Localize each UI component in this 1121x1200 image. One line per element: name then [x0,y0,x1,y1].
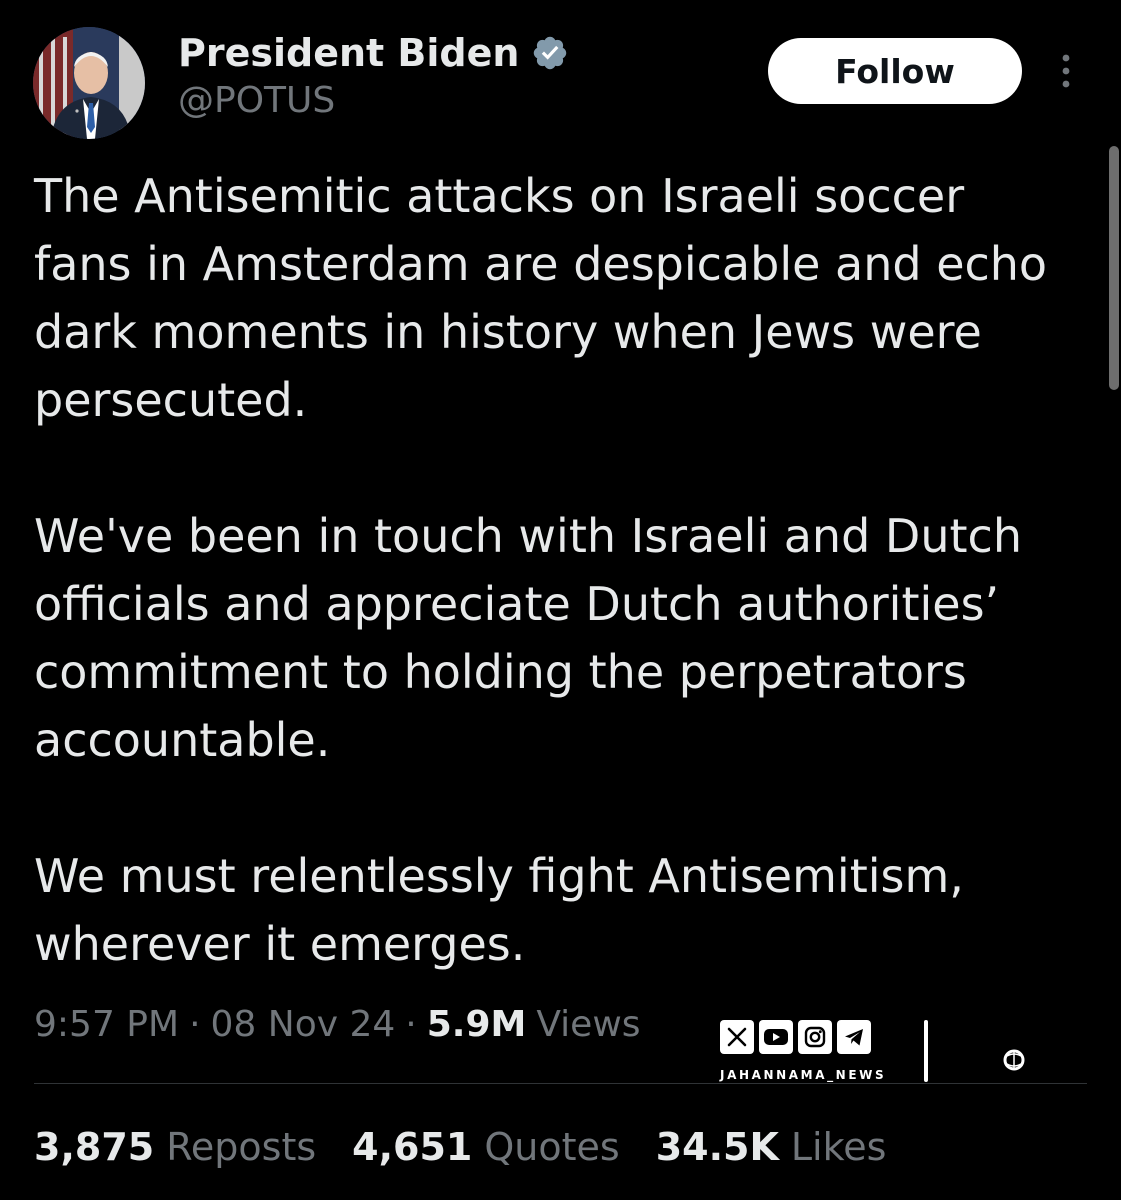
verified-badge-icon [531,34,569,72]
tweet-time[interactable]: 9:57 PM [34,1004,179,1045]
avatar-image [33,27,145,139]
author-handle[interactable]: @POTUS [178,80,335,121]
meta-separator: · [189,1003,201,1045]
tweet-meta: 9:57 PM · 08 Nov 24 · 5.9M Views [34,998,641,1050]
x-icon [720,1020,754,1054]
engagement-stats: 3,875 Reposts 4,651 Quotes 34.5K Likes [34,1120,922,1174]
svg-text:جهان‌نما: جهان‌نما [1090,1027,1092,1077]
likes-label: Likes [790,1125,887,1169]
likes-count: 34.5K [655,1125,779,1169]
telegram-icon [837,1020,871,1054]
author-display-name[interactable]: President Biden [178,31,519,75]
tweet-paragraph: We must relentlessly fight Antisemitism,… [34,849,964,971]
instagram-icon [798,1020,832,1054]
divider [34,1083,1087,1084]
scrollbar[interactable] [1109,146,1119,390]
tweet-paragraph: We've been in touch with Israeli and Dut… [34,509,1022,767]
meta-separator: · [405,1003,417,1045]
watermark-handle: JAHANNAMA_NEWS [720,1068,887,1082]
reposts-label: Reposts [166,1125,317,1169]
watermark-social-icons [720,1020,871,1054]
tweet-text: The Antisemitic attacks on Israeli socce… [34,162,1104,978]
likes-stat[interactable]: 34.5K Likes [656,1125,887,1169]
views-label[interactable]: Views [536,1004,640,1045]
watermark-divider [924,1020,928,1082]
follow-button[interactable]: Follow [768,38,1022,104]
reposts-count: 3,875 [34,1125,155,1169]
views-count[interactable]: 5.9M [427,1004,527,1045]
watermark-logo: جهان‌نما [932,1016,1121,1086]
author-name[interactable]: President Biden [178,28,569,78]
youtube-icon [759,1020,793,1054]
reposts-stat[interactable]: 3,875 Reposts [34,1125,316,1169]
quotes-stat[interactable]: 4,651 Quotes [352,1125,620,1169]
tweet-paragraph: The Antisemitic attacks on Israeli socce… [34,169,1048,427]
watermark: JAHANNAMA_NEWS جهان‌نما [718,1016,1121,1086]
tweet-date[interactable]: 08 Nov 24 [211,1004,396,1045]
more-vertical-icon[interactable] [1054,50,1078,92]
quotes-count: 4,651 [352,1125,473,1169]
quotes-label: Quotes [484,1125,620,1169]
avatar[interactable] [33,27,145,139]
